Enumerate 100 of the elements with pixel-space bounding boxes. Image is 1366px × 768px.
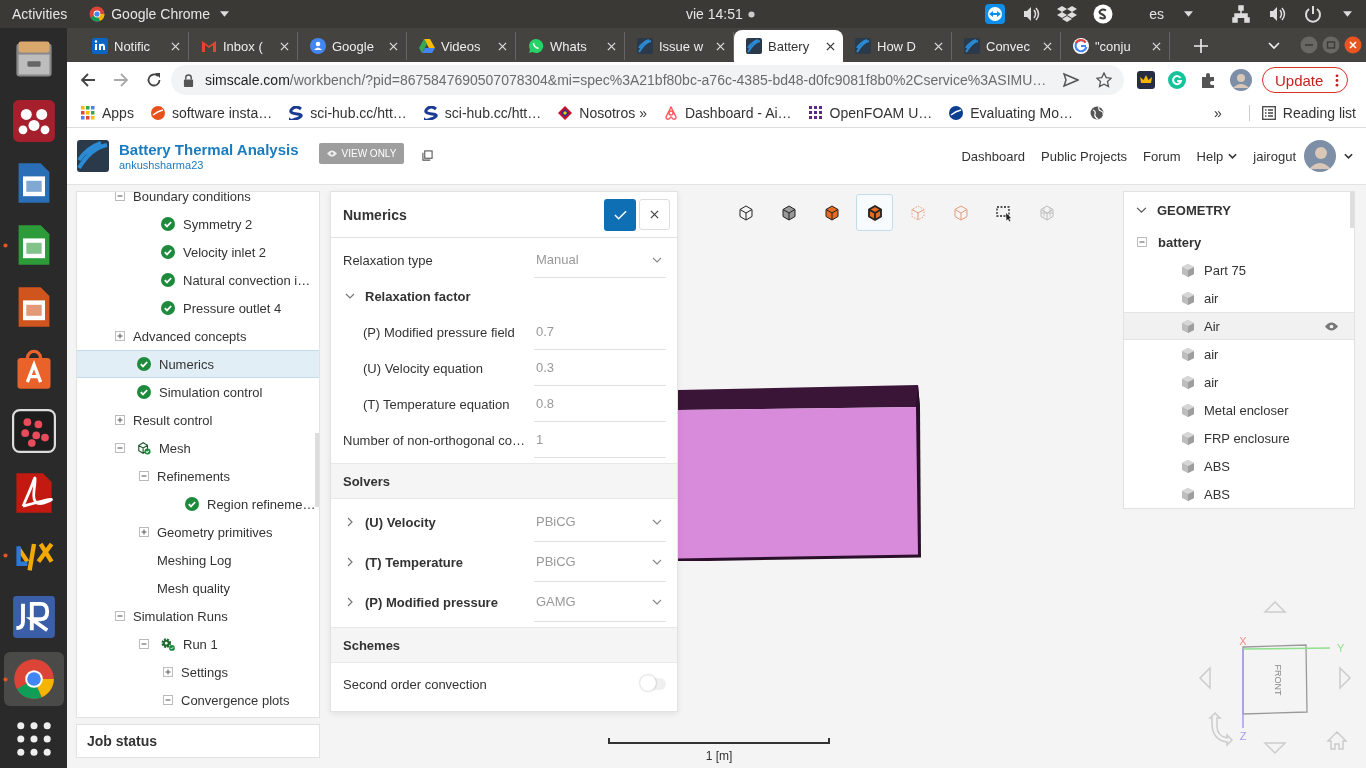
reading-list-button[interactable]: Reading list <box>1248 104 1366 121</box>
geometry-item[interactable]: Metal encloser <box>1124 396 1354 424</box>
chevron-down-icon[interactable] <box>1344 153 1353 159</box>
chevron-right-icon[interactable] <box>345 597 355 607</box>
tile-icon[interactable] <box>11 594 56 639</box>
more-bookmarks-button[interactable]: » <box>1214 104 1222 121</box>
bookmark[interactable]: software insta… <box>150 104 273 121</box>
tree-item-label[interactable]: battery <box>1158 234 1202 250</box>
job-status-panel[interactable]: Job status <box>76 724 320 758</box>
dots-logo-icon[interactable] <box>11 408 56 453</box>
nav-link[interactable]: Help <box>1196 148 1238 164</box>
bookmark[interactable]: Nosotros » <box>558 104 647 121</box>
browser-tab[interactable]: How D <box>843 32 952 60</box>
app-menu-label[interactable]: Google Chrome <box>111 6 211 22</box>
tree-item[interactable]: Run 1 <box>77 630 319 658</box>
view-mode-button[interactable] <box>856 194 893 231</box>
close-icon[interactable] <box>1344 36 1362 54</box>
send-icon[interactable] <box>1063 72 1079 88</box>
more-icon[interactable] <box>1335 73 1340 87</box>
activities-button[interactable]: Activities <box>12 6 68 22</box>
back-icon[interactable] <box>80 72 96 88</box>
chat-logo-icon[interactable] <box>1093 4 1114 24</box>
nav-link[interactable]: Public Projects <box>1041 148 1128 164</box>
close-icon[interactable] <box>826 41 835 51</box>
user-name[interactable]: jairogut <box>1253 148 1296 164</box>
nav-link[interactable]: Forum <box>1143 148 1181 164</box>
reload-icon[interactable] <box>146 72 162 88</box>
tree-item[interactable]: Mesh <box>77 434 319 462</box>
confirm-button[interactable] <box>604 198 636 231</box>
tree-item[interactable]: Result control <box>77 406 319 434</box>
chevron-down-icon[interactable] <box>1136 206 1147 214</box>
browser-tab[interactable]: "conju <box>1061 32 1170 60</box>
star-icon[interactable] <box>1096 72 1112 88</box>
geometry-item[interactable]: air <box>1124 340 1354 368</box>
tree-item[interactable]: Refinements <box>77 462 319 490</box>
geometry-item[interactable]: ABS <box>1124 480 1354 508</box>
expander-icon[interactable] <box>163 667 173 677</box>
browser-tab[interactable]: Issue w <box>625 32 734 60</box>
browser-tab[interactable]: Notific <box>80 32 189 60</box>
tree-item[interactable]: Symmetry 2 <box>77 210 319 238</box>
tree-item[interactable]: Velocity inlet 2 <box>77 238 319 266</box>
geometry-item[interactable]: Air <box>1124 312 1354 340</box>
expander-icon[interactable] <box>115 415 125 425</box>
tree-item[interactable]: Numerics <box>77 350 319 378</box>
bookmark[interactable]: OpenFOAM U… <box>808 104 933 121</box>
eye-icon[interactable] <box>1325 321 1338 331</box>
bookmark[interactable]: Evaluating Mo… <box>949 104 1073 121</box>
bookmark[interactable]: Dashboard - Ai… <box>663 104 792 121</box>
bookmark[interactable]: Apps <box>81 104 134 121</box>
tree-item[interactable]: Advanced concepts <box>77 322 319 350</box>
tree-item[interactable]: Pressure outlet 4 <box>77 294 319 322</box>
tree-item[interactable]: Settings <box>77 658 319 686</box>
network-icon[interactable] <box>1231 4 1251 24</box>
tree-item[interactable]: Region refineme… <box>77 490 319 518</box>
chevron-right-icon[interactable] <box>345 517 355 527</box>
puzzle-icon[interactable] <box>1199 71 1217 89</box>
bookmark[interactable]: sci-hub.cc/htt… <box>289 104 407 121</box>
box-icon[interactable] <box>1057 4 1078 24</box>
update-button[interactable]: Update <box>1262 67 1349 93</box>
tree-item[interactable]: Boundary conditions <box>77 192 319 210</box>
toggle-switch[interactable] <box>642 678 666 690</box>
geometry-item[interactable]: ABS <box>1124 452 1354 480</box>
address-bar[interactable]: simscale.com/workbench/?pid=8675847690507078304&mi=spec%3A21bf80bc-a76c-4385-bd48-d0fc9081f8b0%2Cservice%3ASIMU… <box>171 65 1124 95</box>
crown-icon[interactable] <box>1137 71 1155 89</box>
tree-item[interactable]: Convergence plots <box>77 686 319 714</box>
tree-item[interactable]: Meshing Log <box>77 546 319 574</box>
geometry-item[interactable]: air <box>1124 284 1354 312</box>
tree-item[interactable]: Geometry primitives <box>77 518 319 546</box>
avatar[interactable] <box>1230 69 1252 91</box>
tree-item[interactable]: Mesh quality <box>77 574 319 602</box>
project-owner-link[interactable]: ankushsharma23 <box>119 159 299 171</box>
language-indicator[interactable]: es <box>1149 6 1164 22</box>
copy-icon[interactable] <box>422 149 434 161</box>
new-tab-icon[interactable] <box>1194 39 1208 53</box>
browser-tab[interactable]: Videos <box>407 32 516 60</box>
dock-item[interactable] <box>3 651 64 706</box>
bookmark[interactable]: sci-hub.cc/htt… <box>423 104 542 121</box>
expander-icon[interactable] <box>115 331 125 341</box>
geometry-item[interactable]: FRP enclosure <box>1124 424 1354 452</box>
clock[interactable]: vie 14:51 <box>686 6 743 22</box>
tree-item[interactable]: Simulation control <box>77 378 319 406</box>
avatar[interactable] <box>1304 140 1336 172</box>
power-icon[interactable] <box>1303 4 1323 24</box>
lock-icon[interactable] <box>183 73 194 87</box>
nav-link[interactable]: Dashboard <box>961 148 1026 164</box>
browser-tab[interactable]: Google <box>298 32 407 60</box>
browser-tab[interactable]: Convec <box>952 32 1061 60</box>
browser-tab[interactable]: Inbox ( <box>189 32 298 60</box>
chrome-icon[interactable] <box>11 656 56 701</box>
chevron-right-icon[interactable] <box>345 557 355 567</box>
browser-tab[interactable]: Battery <box>734 30 843 62</box>
tree-item[interactable]: Simulation Runs <box>77 602 319 630</box>
globe-icon[interactable] <box>1090 105 1104 120</box>
geometry-item[interactable]: Part 75 <box>1124 256 1354 284</box>
expander-icon[interactable] <box>139 527 149 537</box>
remote-icon[interactable] <box>985 4 1006 24</box>
tree-item[interactable]: Natural convection i… <box>77 266 319 294</box>
dots-logo-icon[interactable] <box>11 98 56 143</box>
geometry-item[interactable]: air <box>1124 368 1354 396</box>
browser-tab[interactable]: Whats <box>516 32 625 60</box>
